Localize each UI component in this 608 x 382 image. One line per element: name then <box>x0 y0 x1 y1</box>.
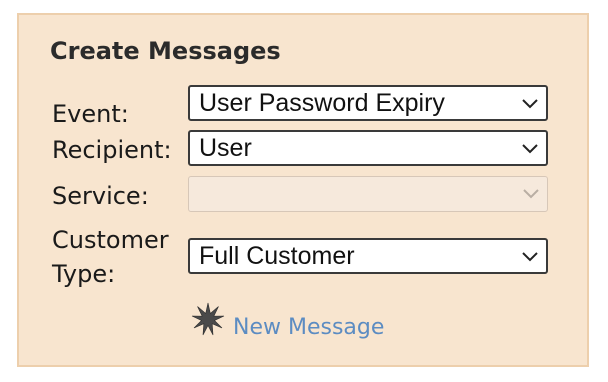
customer-type-label-line2: Type: <box>52 260 116 288</box>
customer-type-label-line1: Customer <box>52 226 169 254</box>
recipient-label: Recipient: <box>52 136 172 164</box>
recipient-select-value: User <box>199 134 252 162</box>
chevron-down-icon <box>522 252 538 262</box>
starburst-icon <box>191 302 225 336</box>
recipient-select[interactable]: User <box>188 130 548 166</box>
event-select[interactable]: User Password Expiry <box>188 85 548 121</box>
customer-type-select[interactable]: Full Customer <box>188 238 548 274</box>
customer-type-select-value: Full Customer <box>199 242 355 270</box>
chevron-down-icon <box>522 99 538 109</box>
service-label: Service: <box>52 182 149 210</box>
create-messages-panel: Create Messages Event: User Password Exp… <box>17 13 589 367</box>
event-label: Event: <box>52 100 129 128</box>
new-message-label: New Message <box>233 315 385 340</box>
panel-title: Create Messages <box>50 37 281 65</box>
event-select-value: User Password Expiry <box>199 89 445 117</box>
service-select[interactable] <box>188 176 548 212</box>
chevron-down-icon <box>522 144 538 154</box>
chevron-down-icon <box>523 189 539 199</box>
